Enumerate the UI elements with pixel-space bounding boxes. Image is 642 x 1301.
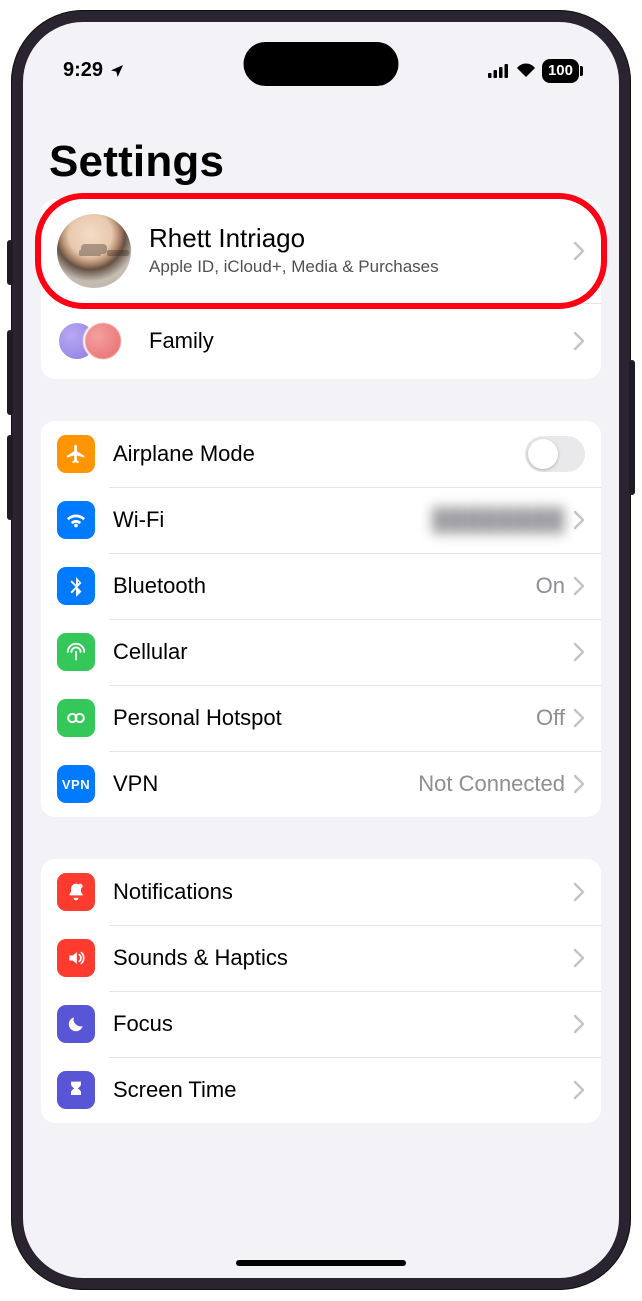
- volume-down-button: [7, 435, 13, 520]
- airplane-label: Airplane Mode: [113, 441, 525, 467]
- location-icon: [109, 63, 125, 79]
- connectivity-group: Airplane Mode Wi-Fi ████████: [41, 421, 601, 817]
- airplane-icon: [57, 435, 95, 473]
- airplane-toggle[interactable]: [525, 436, 585, 472]
- screen: 9:29: [23, 22, 619, 1278]
- wifi-status-icon: [516, 63, 536, 78]
- profile-subtitle: Apple ID, iCloud+, Media & Purchases: [149, 256, 573, 277]
- avatar: [57, 214, 131, 288]
- vpn-icon-text: VPN: [62, 777, 90, 792]
- moon-icon: [57, 1005, 95, 1043]
- chevron-right-icon: [573, 331, 585, 351]
- bluetooth-row[interactable]: Bluetooth On: [41, 553, 601, 619]
- hotspot-value: Off: [536, 705, 565, 731]
- bluetooth-icon: [57, 567, 95, 605]
- hotspot-icon: [57, 699, 95, 737]
- chevron-right-icon: [573, 774, 585, 794]
- bell-icon: [57, 873, 95, 911]
- cellular-icon: [57, 633, 95, 671]
- speaker-icon: [57, 939, 95, 977]
- wifi-row[interactable]: Wi-Fi ████████: [41, 487, 601, 553]
- chevron-right-icon: [573, 642, 585, 662]
- cellular-signal-icon: [488, 64, 510, 78]
- vpn-icon: VPN: [57, 765, 95, 803]
- bluetooth-label: Bluetooth: [113, 573, 536, 599]
- bluetooth-value: On: [536, 573, 565, 599]
- hotspot-row[interactable]: Personal Hotspot Off: [41, 685, 601, 751]
- hotspot-label: Personal Hotspot: [113, 705, 536, 731]
- wifi-icon: [57, 501, 95, 539]
- chevron-right-icon: [573, 1080, 585, 1100]
- chevron-right-icon: [573, 708, 585, 728]
- sounds-row[interactable]: Sounds & Haptics: [41, 925, 601, 991]
- chevron-right-icon: [573, 510, 585, 530]
- home-indicator[interactable]: [236, 1260, 406, 1266]
- page-title: Settings: [41, 97, 601, 199]
- vpn-value: Not Connected: [418, 771, 565, 797]
- wifi-value: ████████: [432, 507, 565, 533]
- vpn-row[interactable]: VPN VPN Not Connected: [41, 751, 601, 817]
- notifications-row[interactable]: Notifications: [41, 859, 601, 925]
- profile-group: Rhett Intriago Apple ID, iCloud+, Media …: [41, 199, 601, 379]
- family-row[interactable]: Family: [41, 303, 601, 379]
- family-avatars: [57, 317, 131, 365]
- airplane-mode-row[interactable]: Airplane Mode: [41, 421, 601, 487]
- chevron-right-icon: [573, 576, 585, 596]
- family-label: Family: [149, 328, 573, 354]
- cellular-label: Cellular: [113, 639, 573, 665]
- sounds-label: Sounds & Haptics: [113, 945, 573, 971]
- chevron-right-icon: [573, 948, 585, 968]
- vpn-label: VPN: [113, 771, 418, 797]
- notifications-group: Notifications Sounds & Haptics: [41, 859, 601, 1123]
- battery-text: 100: [548, 62, 573, 79]
- chevron-right-icon: [573, 1014, 585, 1034]
- volume-up-button: [7, 330, 13, 415]
- status-time: 9:29: [63, 59, 103, 82]
- battery-indicator: 100: [542, 59, 579, 83]
- apple-id-row[interactable]: Rhett Intriago Apple ID, iCloud+, Media …: [41, 199, 601, 303]
- hourglass-icon: [57, 1071, 95, 1109]
- screen-time-label: Screen Time: [113, 1077, 573, 1103]
- screen-time-row[interactable]: Screen Time: [41, 1057, 601, 1123]
- focus-row[interactable]: Focus: [41, 991, 601, 1057]
- wifi-label: Wi-Fi: [113, 507, 432, 533]
- cellular-row[interactable]: Cellular: [41, 619, 601, 685]
- power-button: [629, 360, 635, 495]
- family-avatar-2: [83, 321, 123, 361]
- phone-frame: 9:29: [11, 10, 631, 1290]
- notifications-label: Notifications: [113, 879, 573, 905]
- side-button: [7, 240, 13, 285]
- profile-name: Rhett Intriago: [149, 224, 573, 254]
- dynamic-island: [244, 42, 399, 86]
- focus-label: Focus: [113, 1011, 573, 1037]
- chevron-right-icon: [573, 241, 585, 261]
- chevron-right-icon: [573, 882, 585, 902]
